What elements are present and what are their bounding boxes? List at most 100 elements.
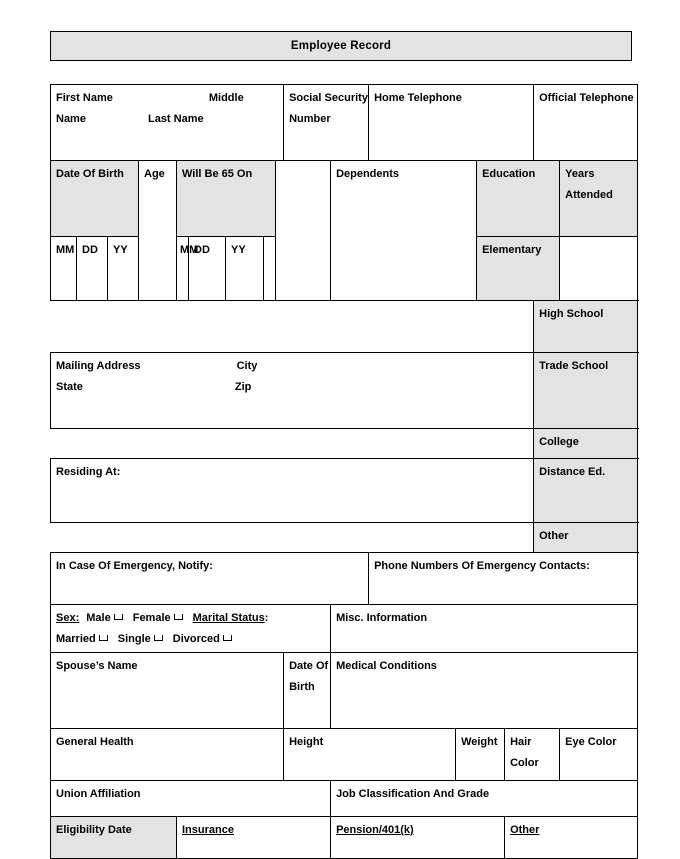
table-row-benefits: Eligibility Date Insurance Pension/401(k… xyxy=(50,816,639,859)
age65-month-cell[interactable]: MM xyxy=(176,236,198,301)
education-row-label-2: Trade School xyxy=(533,352,639,429)
cell-sex-marital-status[interactable]: Sex: Male Female Marital Status: Married Sin… xyxy=(49,603,332,654)
will-be-65-on-label: Will Be 65 On xyxy=(182,168,253,180)
pension-label: Pension/401(k) xyxy=(336,824,414,837)
official-telephone-label: Official Telephone xyxy=(539,92,634,104)
dob-dd-label: DD xyxy=(82,244,98,256)
table-row-union-job: Union Affiliation Job Classification And… xyxy=(49,780,639,818)
cell-union-affiliation[interactable]: Union Affiliation xyxy=(49,780,332,818)
cell-job-classification[interactable]: Job Classification And Grade xyxy=(330,780,639,818)
table-row-sex-marital: Sex: Male Female Marital Status: Married Sin… xyxy=(49,603,639,654)
emergency-notify-label: In Case Of Emergency, Notify: xyxy=(56,560,213,572)
dependents-label: Dependents xyxy=(336,168,400,180)
divorced-label: Divorced xyxy=(172,633,220,646)
date-of-birth-label: Date Of Birth xyxy=(56,168,124,180)
table-row-mailing-address: Mailing Address City State Zip Trade Schoo… xyxy=(49,352,639,429)
marital-status-label: Marital Status xyxy=(192,612,265,624)
education-header-label: Education xyxy=(476,160,561,237)
cell-medical-conditions[interactable]: Medical Conditions xyxy=(330,652,639,730)
cell-blank-after-dob[interactable] xyxy=(274,160,332,301)
education-label-elementary: Elementary xyxy=(482,244,542,256)
female-label: Female xyxy=(132,612,171,624)
table-row-dob-header: Date Of Birth Age Will Be 65 On Dependen… xyxy=(50,160,639,301)
cell-emergency-notify[interactable]: In Case Of Emergency, Notify: xyxy=(49,552,370,605)
other-benefit-label: Other xyxy=(510,824,540,837)
male-checkbox-icon[interactable] xyxy=(113,614,123,620)
cell-residing-at[interactable]: Residing At: xyxy=(49,458,535,523)
height-label: Height xyxy=(289,736,324,749)
married-label: Married xyxy=(56,633,96,646)
cell-spouse-date-of-birth[interactable]: Date Of Birth xyxy=(283,652,332,730)
home-telephone-label: Home Telephone xyxy=(374,92,462,104)
city-label: City xyxy=(236,360,258,372)
age65-dd-label: DD xyxy=(194,244,210,256)
cell-spouse-name[interactable]: Spouse’s Name xyxy=(49,652,285,730)
years-attended-header: Years Attended xyxy=(559,160,639,237)
dob-month-cell[interactable]: MM xyxy=(50,236,77,301)
table-row-highschool: High School xyxy=(50,300,639,353)
first-name-label: First Name xyxy=(56,92,113,104)
cell-weight[interactable]: Weight xyxy=(455,728,506,782)
table-row-spouse: Spouse’s Name Date Of Birth Medical Cond… xyxy=(49,652,639,730)
table-row-other-education: Other xyxy=(50,522,639,553)
ssn-label: Social Security Number xyxy=(289,92,368,126)
cell-dependents[interactable]: Dependents xyxy=(330,160,478,301)
cell-general-health[interactable]: General Health xyxy=(49,728,285,782)
cell-mailing-address[interactable]: Mailing Address City State Zip xyxy=(49,352,535,429)
emergency-phones-label: Phone Numbers Of Emergency Contacts: xyxy=(374,560,590,572)
page-title: Employee Record xyxy=(50,31,632,61)
sex-label: Sex: xyxy=(56,612,80,624)
age65-blank-cell[interactable] xyxy=(263,236,276,301)
education-label-other: Other xyxy=(539,530,569,542)
table-row-general-health: General Health Height Weight Hair Color … xyxy=(49,728,639,782)
married-checkbox-icon[interactable] xyxy=(98,635,108,642)
dob-day-cell[interactable]: DD xyxy=(76,236,108,301)
dob-year-cell[interactable]: YY xyxy=(107,236,139,301)
spacer-cell xyxy=(50,522,534,553)
single-checkbox-icon[interactable] xyxy=(153,635,163,642)
cell-age[interactable]: Age xyxy=(138,160,177,301)
job-classification-label: Job Classification And Grade xyxy=(336,788,490,801)
marital-status-colon: : xyxy=(264,612,269,624)
age-label: Age xyxy=(144,168,165,180)
table-row-college: College xyxy=(50,428,639,459)
cell-insurance[interactable]: Insurance xyxy=(175,816,332,859)
cell-emergency-phone-numbers[interactable]: Phone Numbers Of Emergency Contacts: xyxy=(368,552,639,605)
employee-record-page: Employee Record First Name Middle Name L… xyxy=(0,0,680,859)
age65-year-cell[interactable]: YY xyxy=(225,236,264,301)
cell-eye-color[interactable]: Eye Color xyxy=(559,728,639,782)
divorced-checkbox-icon[interactable] xyxy=(222,635,232,642)
cell-height[interactable]: Height xyxy=(283,728,457,782)
female-checkbox-icon[interactable] xyxy=(173,614,183,620)
cell-official-telephone[interactable]: Official Telephone xyxy=(533,84,639,161)
education-row-label-1: High School xyxy=(533,300,639,353)
cell-misc-information[interactable]: Misc. Information xyxy=(330,603,639,654)
table-row: Employee Record xyxy=(50,31,632,61)
medical-conditions-label: Medical Conditions xyxy=(336,660,437,673)
date-of-birth-header: Date Of Birth xyxy=(50,160,139,237)
union-affiliation-label: Union Affiliation xyxy=(56,788,141,801)
spacer-cell xyxy=(50,428,534,459)
education-row-years-0[interactable] xyxy=(559,236,639,301)
education-label-college: College xyxy=(539,436,579,448)
form-title-table: Employee Record xyxy=(50,31,632,61)
will-be-65-on-header: Will Be 65 On xyxy=(176,160,276,237)
cell-eligibility-date[interactable]: Eligibility Date xyxy=(50,816,177,859)
dob-yy-label: YY xyxy=(113,244,128,256)
cell-home-telephone[interactable]: Home Telephone xyxy=(368,84,535,161)
hair-color-label: Hair Color xyxy=(510,736,539,770)
education-row-label-4: Distance Ed. xyxy=(533,458,639,523)
spouse-dob-label: Date Of Birth xyxy=(289,660,329,694)
eligibility-date-label: Eligibility Date xyxy=(56,824,132,837)
age65-day-cell[interactable]: DD xyxy=(188,236,226,301)
misc-information-label: Misc. Information xyxy=(336,612,428,624)
cell-other-benefit[interactable]: Other xyxy=(504,816,639,859)
cell-social-security-number[interactable]: Social Security Number xyxy=(283,84,370,161)
education-label-trade-school: Trade School xyxy=(539,360,609,372)
cell-hair-color[interactable]: Hair Color xyxy=(504,728,561,782)
cell-pension[interactable]: Pension/401(k) xyxy=(330,816,506,859)
cell-first-middle-last-name[interactable]: First Name Middle Name Last Name xyxy=(49,84,285,161)
table-row-emergency: In Case Of Emergency, Notify: Phone Numb… xyxy=(49,552,639,605)
name-label: Name xyxy=(56,113,86,126)
education-label-distance-ed: Distance Ed. xyxy=(539,466,606,478)
